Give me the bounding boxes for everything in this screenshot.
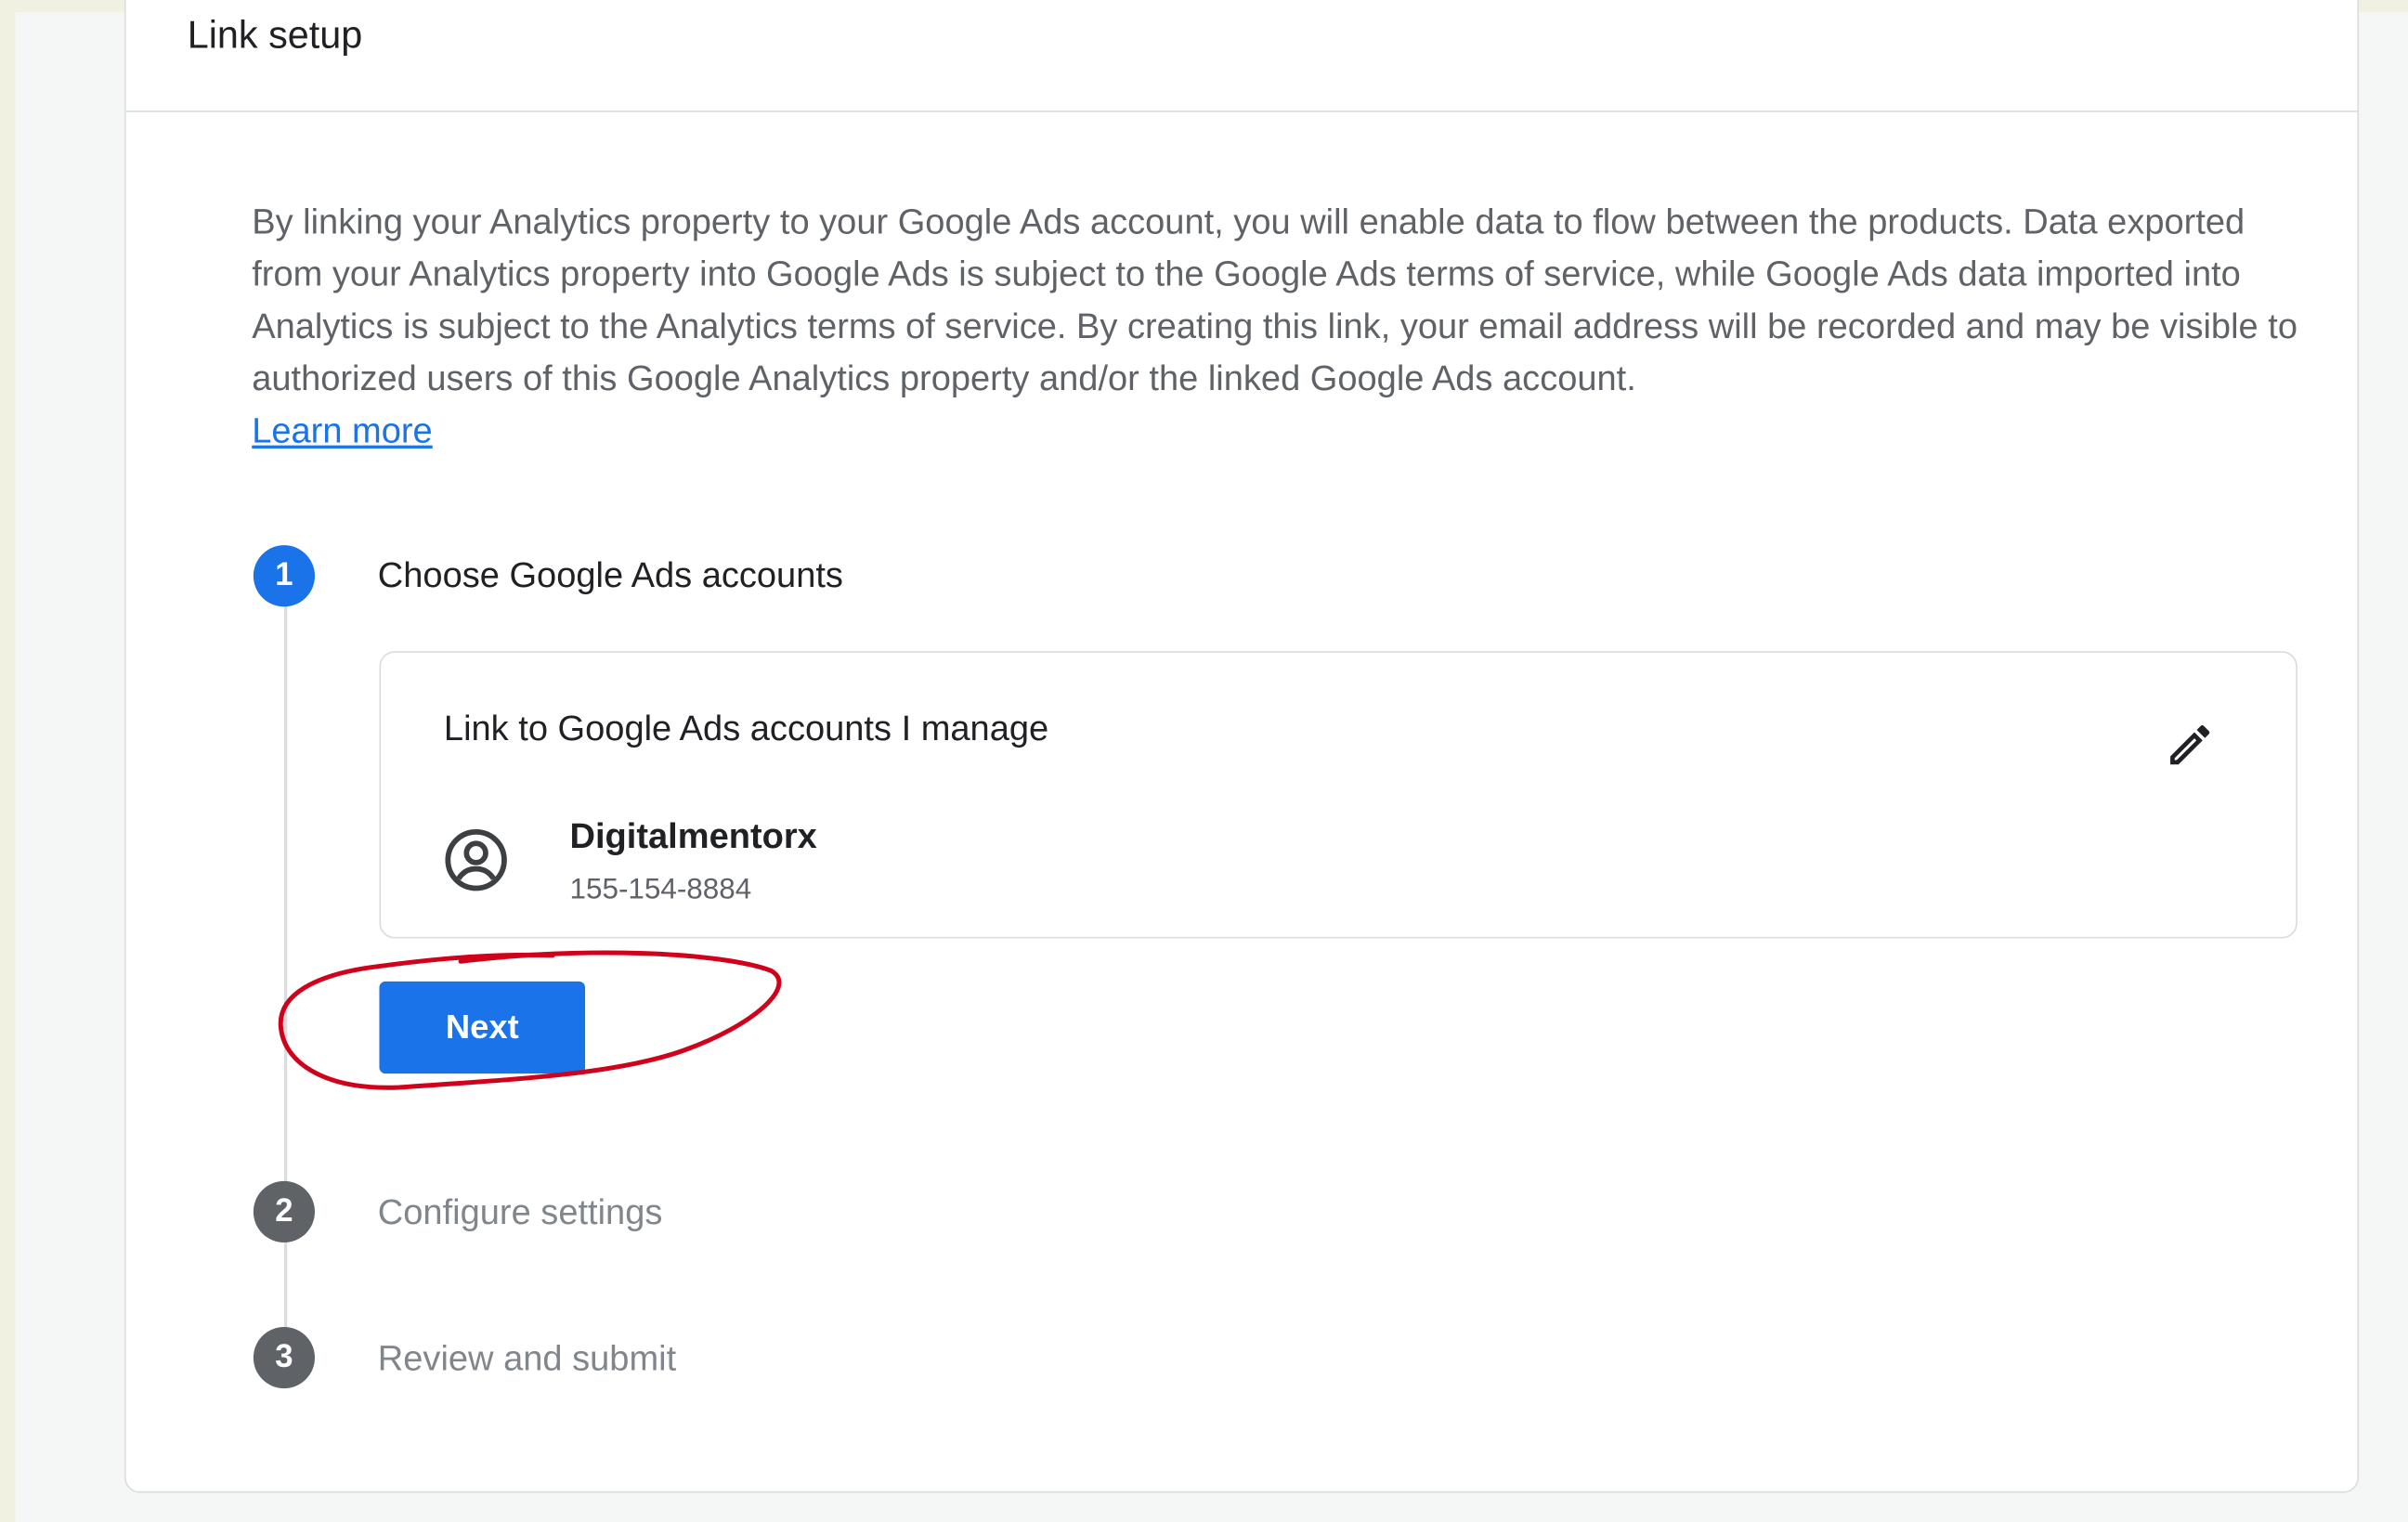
edit-accounts-button[interactable] (2159, 714, 2220, 775)
intro-paragraph: By linking your Analytics property to yo… (252, 195, 2310, 456)
account-circle-icon (445, 828, 507, 891)
account-selection-box: Link to Google Ads accounts I manage Dig… (379, 651, 2297, 939)
step-1-label: Choose Google Ads accounts (377, 554, 843, 595)
page-title: Link setup (187, 13, 363, 58)
next-button[interactable]: Next (379, 981, 586, 1074)
step-3-number: 3 (253, 1326, 316, 1389)
account-name: Digitalmentorx (569, 815, 817, 856)
link-setup-card: Link setup By linking your Analytics pro… (124, 0, 2360, 1493)
pencil-icon (2170, 725, 2210, 765)
learn-more-link[interactable]: Learn more (252, 410, 433, 450)
account-id: 155-154-8884 (569, 874, 752, 906)
step-2-label: Configure settings (377, 1191, 663, 1232)
title-divider (125, 111, 2358, 112)
app-viewport: Link setup By linking your Analytics pro… (0, 0, 2408, 1522)
step-2-number: 2 (253, 1180, 316, 1243)
intro-text: By linking your Analytics property to yo… (252, 201, 2297, 398)
step-1-number: 1 (253, 545, 316, 607)
account-box-title: Link to Google Ads accounts I manage (443, 708, 1049, 748)
step-3-label: Review and submit (377, 1337, 677, 1378)
